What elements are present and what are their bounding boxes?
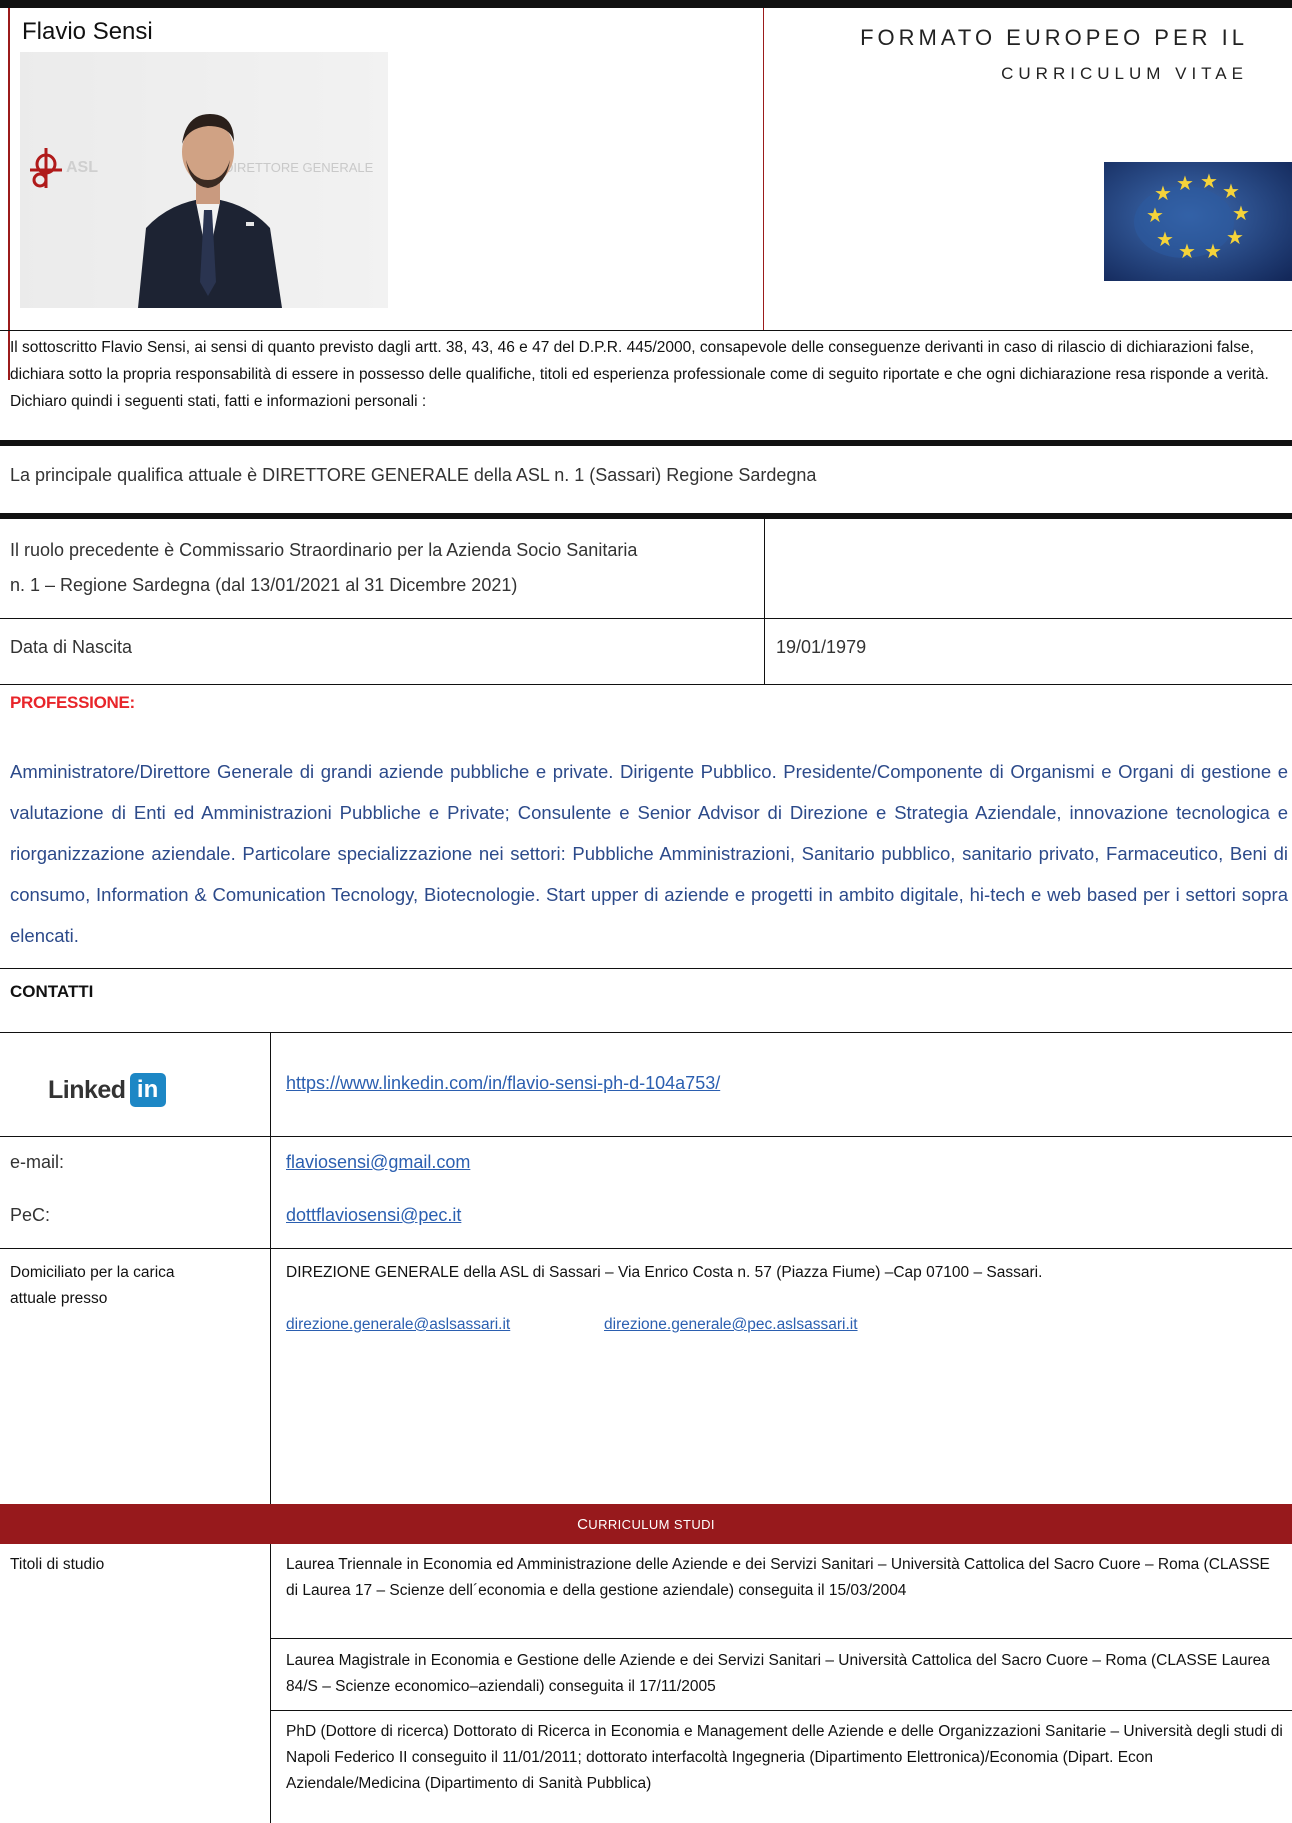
rule [0,618,1292,619]
professione-title: PROFESSIONE: [10,693,135,712]
titoli-di-studio-label: Titoli di studio [10,1556,105,1573]
direzione-email-link[interactable]: direzione.generale@aslsassari.it [286,1312,510,1338]
education-item: PhD (Dottore di ricerca) Dottorato di Ri… [286,1723,1283,1792]
rule [270,1710,1292,1711]
left-red-rule [8,8,10,380]
candidate-name: Flavio Sensi [22,18,153,45]
rule [0,513,1292,519]
svg-text:★: ★ [1222,179,1240,203]
svg-text:★: ★ [1156,227,1174,251]
rule [0,1248,1292,1249]
top-border [0,0,1292,8]
ruolo-precedente: Il ruolo precedente è Commissario Straor… [10,540,638,595]
svg-text:★: ★ [1204,239,1222,263]
svg-text:★: ★ [1226,225,1244,249]
formato-europeo-title: FORMATO EUROPEO PER IL CURRICULUM VITAE [860,25,1248,83]
qualifica-attuale: La principale qualifica attuale è DIRETT… [10,465,817,485]
data-nascita-value: 19/01/1979 [776,637,867,657]
svg-text:ASL: ASL [66,159,98,176]
header-divider [763,8,764,330]
profile-photo: DIRETTORE GENERALE ASL [20,52,388,308]
pec-label: PeC: [10,1205,51,1225]
linkedin-logo: Linked in [48,1073,166,1107]
declaration-text: Il sottoscritto Flavio Sensi, ai sensi d… [10,339,1269,410]
linkedin-url-link[interactable]: https://www.linkedin.com/in/flavio-sensi… [286,1073,720,1094]
header-bottom-rule [0,330,1292,331]
direzione-pec-link[interactable]: direzione.generale@pec.aslsassari.it [604,1312,858,1338]
svg-text:★: ★ [1154,181,1172,205]
rule [270,1638,1292,1639]
professione-text: Amministratore/Direttore Generale di gra… [10,761,1288,946]
domicilio-label: Domiciliato per la carica attuale presso [10,1264,175,1307]
rule [0,1032,1292,1033]
rule [0,684,1292,685]
eu-flag-image: ★ ★ ★ ★ ★ ★ ★ ★ ★ ★ [1104,162,1292,281]
col-divider [764,519,765,685]
domicilio-value: DIREZIONE GENERALE della ASL di Sassari … [286,1264,1043,1281]
rule [0,440,1292,446]
email-label: e-mail: [10,1152,65,1172]
pec-link[interactable]: dottflaviosensi@pec.it [286,1205,461,1226]
rule [0,1136,1292,1137]
svg-text:★: ★ [1200,169,1218,193]
data-nascita-label: Data di Nascita [10,637,133,657]
svg-text:★: ★ [1178,239,1196,263]
rule [0,968,1292,969]
contacts-col-divider [270,1032,271,1823]
curriculum-studi-header: C URRICULUM STUDI [0,1504,1292,1544]
contatti-title: CONTATTI [10,982,94,1001]
email-link[interactable]: flaviosensi@gmail.com [286,1152,470,1173]
education-item: Laurea Triennale in Economia ed Amminist… [286,1556,1270,1599]
svg-text:★: ★ [1232,201,1250,225]
svg-text:DIRETTORE GENERALE: DIRETTORE GENERALE [224,160,374,175]
education-item: Laurea Magistrale in Economia e Gestione… [286,1652,1270,1695]
svg-text:★: ★ [1176,171,1194,195]
svg-text:★: ★ [1146,203,1164,227]
